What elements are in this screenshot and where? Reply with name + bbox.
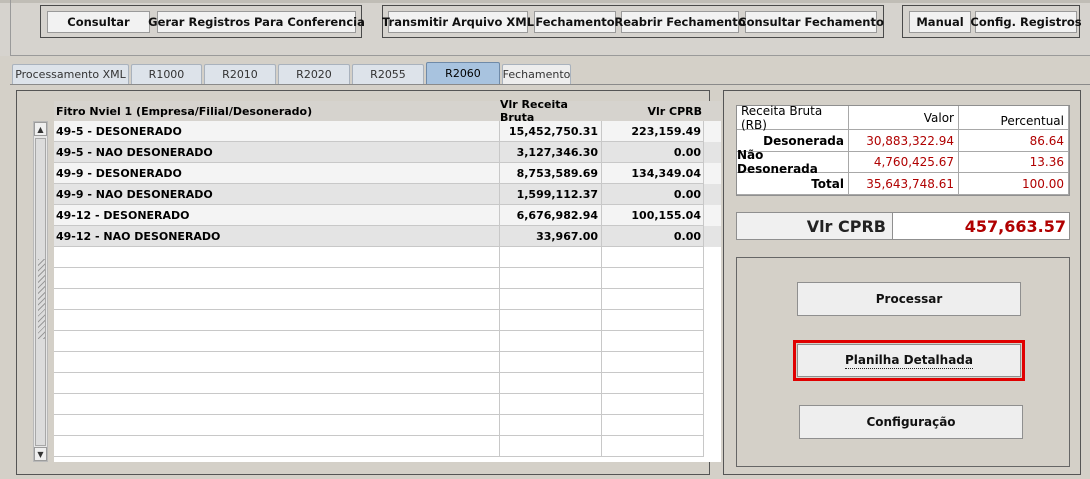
rb-label-nao-desonerada: Não Desonerada	[737, 148, 849, 176]
empty-row[interactable]	[54, 352, 721, 373]
consultar-button[interactable]: Consultar	[47, 11, 150, 33]
vlr-cprb-value: 457,663.57	[964, 216, 1066, 236]
rb-label-total: Total	[737, 173, 849, 195]
cell-cprb: 100,155.04	[602, 205, 704, 226]
rb-header-label: Receita Bruta (RB)	[737, 104, 849, 132]
column-header-filtro[interactable]: Fitro Nviel 1 (Empresa/Filial/Desonerado…	[56, 101, 496, 121]
empty-row[interactable]	[54, 247, 721, 268]
cell-cprb: 0.00	[602, 226, 704, 247]
toolbar-separator	[10, 55, 1090, 56]
empty-row[interactable]	[54, 289, 721, 310]
rb-header-percentual: Percentual	[959, 106, 1069, 130]
table-row[interactable]: 49-12 - DESONERADO 6,676,982.94 100,155.…	[54, 205, 721, 226]
empty-row[interactable]	[54, 436, 721, 457]
rb-valor-nao-desonerada: 4,760,425.67	[849, 152, 959, 173]
cell-filtro: 49-5 - DESONERADO	[54, 121, 500, 142]
cell-filtro: 49-12 - DESONERADO	[54, 205, 500, 226]
cell-cprb: 134,349.04	[602, 163, 704, 184]
vlr-cprb-label: Vlr CPRB	[737, 213, 893, 239]
records-panel: ▲ ▼ Fitro Nviel 1 (Empresa/Filial/Desone…	[16, 90, 721, 475]
toolbar-area: Consultar Gerar Registros Para Conferenc…	[0, 0, 1090, 56]
empty-row[interactable]	[54, 268, 721, 289]
rb-percentual-desonerada: 86.64	[959, 130, 1069, 152]
grip-icon	[38, 259, 45, 339]
configuracao-button[interactable]: Configuração	[799, 405, 1023, 439]
rb-percentual-nao-desonerada: 13.36	[959, 152, 1069, 173]
cell-filtro: 49-9 - DESONERADO	[54, 163, 500, 184]
cell-receita: 3,127,346.30	[500, 142, 602, 163]
planilha-detalhada-label: Planilha Detalhada	[845, 352, 973, 369]
tab-processamento-xml[interactable]: Processamento XML	[12, 64, 129, 84]
table-row[interactable]: 49-5 - DESONERADO 15,452,750.31 223,159.…	[54, 121, 721, 142]
gerar-registros-button[interactable]: Gerar Registros Para Conferencia	[148, 11, 365, 33]
empty-row[interactable]	[54, 331, 721, 352]
empty-row[interactable]	[54, 310, 721, 331]
tab-r2055[interactable]: R2055	[352, 64, 424, 84]
tab-bar: Processamento XML R1000 R2010 R2020 R205…	[0, 62, 1090, 84]
grid-header: Fitro Nviel 1 (Empresa/Filial/Desonerado…	[54, 98, 721, 124]
cell-receita: 33,967.00	[500, 226, 602, 247]
vlr-cprb-box: Vlr CPRB 457,663.57	[736, 212, 1070, 240]
cell-filtro: 49-5 - NAO DESONERADO	[54, 142, 500, 163]
toolbar-group-ajuda: Manual Config. Registros	[902, 5, 1082, 38]
toolbar-group-consulta: Consultar Gerar Registros Para Conferenc…	[40, 5, 365, 38]
records-grid: Fitro Nviel 1 (Empresa/Filial/Desonerado…	[54, 98, 721, 462]
manual-button[interactable]: Manual	[909, 11, 971, 33]
config-registros-button[interactable]: Config. Registros	[970, 11, 1082, 33]
top-strip	[0, 0, 1090, 3]
table-row[interactable]: 49-9 - NAO DESONERADO 1,599,112.37 0.00	[54, 184, 721, 205]
tab-r2060[interactable]: R2060	[426, 62, 500, 84]
cell-filtro: 49-12 - NAO DESONERADO	[54, 226, 500, 247]
toolbar-group-transmissao: Transmitir Arquivo XML Fechamento Reabri…	[382, 5, 884, 38]
column-header-receita[interactable]: Vlr Receita Bruta	[500, 98, 602, 124]
window-edge	[10, 0, 11, 56]
actions-box: Processar Planilha Detalhada Configuraçã…	[736, 257, 1070, 467]
cell-cprb: 0.00	[602, 142, 704, 163]
tab-r2010[interactable]: R2010	[204, 64, 276, 84]
column-header-cprb[interactable]: Vlr CPRB	[602, 101, 704, 121]
table-row[interactable]: 49-5 - NAO DESONERADO 3,127,346.30 0.00	[54, 142, 721, 163]
tab-r1000[interactable]: R1000	[131, 64, 202, 84]
receita-bruta-table: Receita Bruta (RB) Valor Percentual Deso…	[736, 104, 1070, 196]
cell-receita: 8,753,589.69	[500, 163, 602, 184]
planilha-detalhada-button[interactable]: Planilha Detalhada	[793, 340, 1025, 381]
scroll-down-icon[interactable]: ▼	[34, 447, 47, 461]
table-row[interactable]: 49-9 - DESONERADO 8,753,589.69 134,349.0…	[54, 163, 721, 184]
vertical-scrollbar[interactable]: ▲ ▼	[33, 121, 48, 462]
rb-header-valor: Valor	[849, 106, 959, 130]
cell-receita: 6,676,982.94	[500, 205, 602, 226]
cell-cprb: 0.00	[602, 184, 704, 205]
cell-receita: 1,599,112.37	[500, 184, 602, 205]
reabrir-fechamento-button[interactable]: Reabrir Fechamento	[614, 11, 746, 33]
scroll-up-icon[interactable]: ▲	[34, 122, 47, 136]
transmitir-xml-button[interactable]: Transmitir Arquivo XML	[382, 11, 534, 33]
empty-row[interactable]	[54, 394, 721, 415]
summary-panel: Receita Bruta (RB) Valor Percentual Deso…	[723, 90, 1081, 475]
cell-cprb: 223,159.49	[602, 121, 704, 142]
processar-button[interactable]: Processar	[797, 282, 1021, 316]
tab-fechamento[interactable]: Fechamento	[502, 64, 571, 84]
fechamento-button[interactable]: Fechamento	[534, 11, 616, 33]
empty-row[interactable]	[54, 415, 721, 436]
cell-receita: 15,452,750.31	[500, 121, 602, 142]
rb-valor-desonerada: 30,883,322.94	[849, 130, 959, 152]
cell-filtro: 49-9 - NAO DESONERADO	[54, 184, 500, 205]
rb-percentual-total: 100.00	[959, 173, 1069, 195]
consultar-fechamento-button[interactable]: Consultar Fechamento	[738, 11, 884, 33]
scroll-thumb[interactable]	[35, 138, 46, 446]
rb-valor-total: 35,643,748.61	[849, 173, 959, 195]
table-row[interactable]: 49-12 - NAO DESONERADO 33,967.00 0.00	[54, 226, 721, 247]
tab-r2020[interactable]: R2020	[278, 64, 350, 84]
empty-row[interactable]	[54, 373, 721, 394]
